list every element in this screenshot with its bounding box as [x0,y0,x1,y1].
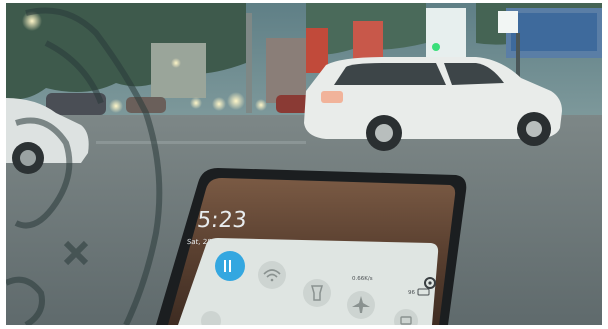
network-speed: 0.66K/s [352,276,373,282]
smartphone: 5:23 Sat, 28 Apr 0.66K/s 96 [156,168,467,325]
toggle-active[interactable] [215,251,245,281]
clock-time: 5:23 [196,208,248,233]
street-photo: 5:23 Sat, 28 Apr 0.66K/s 96 [6,3,602,325]
wifi-icon[interactable] [258,261,286,289]
airplane-icon[interactable] [347,291,375,319]
battery-level: 96 [408,290,415,296]
road-marking [96,141,306,144]
torch-icon[interactable] [303,279,331,307]
